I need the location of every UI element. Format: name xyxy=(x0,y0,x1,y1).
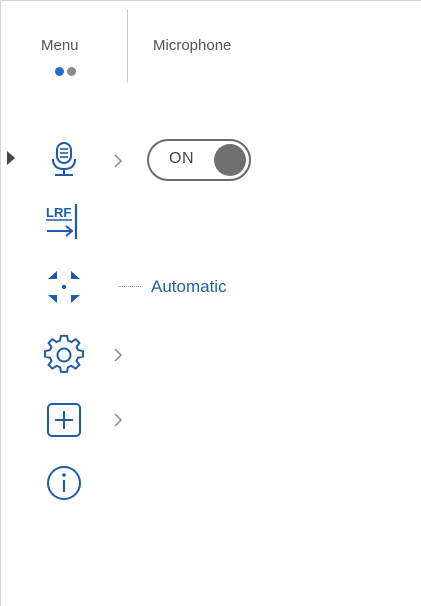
section-title: Microphone xyxy=(153,37,232,54)
value-leader-line xyxy=(119,286,141,287)
menu-item-info[interactable] xyxy=(44,463,84,503)
lrf-icon: LRF xyxy=(46,204,78,239)
menu-item-focus-mode[interactable] xyxy=(44,267,84,307)
page-dot-active[interactable] xyxy=(55,67,64,76)
menu-item-microphone[interactable] xyxy=(44,139,84,179)
settings-submenu-chevron-icon xyxy=(113,348,123,362)
microphone-submenu-chevron-icon xyxy=(113,154,123,168)
plus-box-icon xyxy=(47,403,81,437)
menu-item-settings[interactable] xyxy=(44,335,84,375)
header-divider xyxy=(127,9,128,83)
selection-pointer-icon xyxy=(7,151,15,165)
additional-submenu-chevron-icon xyxy=(113,413,123,427)
menu-item-lrf[interactable]: LRF xyxy=(44,201,84,241)
gear-icon xyxy=(44,335,84,373)
menu-item-additional[interactable] xyxy=(44,400,84,440)
focus-mode-icon xyxy=(48,271,80,303)
menu-panel: Menu Microphone ON LRF Automatic xyxy=(0,0,421,606)
menu-title: Menu xyxy=(41,37,79,54)
toggle-label: ON xyxy=(169,150,194,167)
microphone-toggle[interactable]: ON xyxy=(147,139,251,181)
svg-text:LRF: LRF xyxy=(46,205,71,220)
focus-mode-value[interactable]: Automatic xyxy=(151,277,227,297)
microphone-icon xyxy=(52,142,76,176)
info-icon xyxy=(47,466,81,500)
page-indicator xyxy=(55,67,76,76)
toggle-knob xyxy=(214,144,246,176)
page-dot-inactive[interactable] xyxy=(67,67,76,76)
